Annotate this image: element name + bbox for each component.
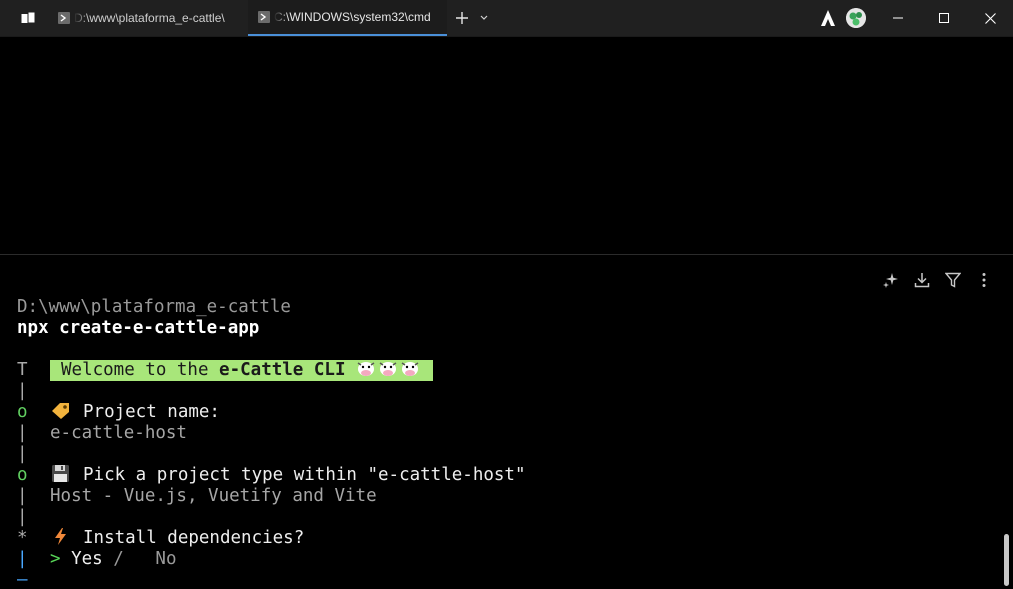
question-install: * Install dependencies? [17, 528, 526, 549]
spacer-line [17, 339, 526, 360]
welcome-brand: e-Cattle CLI [219, 360, 346, 380]
terminal-pane-top[interactable] [0, 37, 1013, 254]
gutter-line: | [17, 507, 526, 528]
tab-dropdown-button[interactable] [477, 10, 491, 26]
welcome-badge: Welcome to the e-Cattle CLI [50, 360, 434, 381]
powershell-icon [258, 11, 270, 23]
terminal-output[interactable]: D:\www\plataforma_e-cattle npx create-e-c… [17, 276, 526, 589]
powershell-icon [58, 12, 70, 24]
title-bar: D:\www\plataforma_e-cattle\ C:\WINDOWS\s… [0, 0, 1013, 37]
gutter-bar: | [17, 486, 28, 506]
q1-answer: e-cattle-host [50, 423, 187, 443]
avatar-icon [846, 8, 866, 28]
welcome-line: T Welcome to the e-Cattle CLI [17, 360, 526, 381]
profile-a-icon [821, 10, 835, 26]
scrollbar[interactable] [1004, 255, 1010, 589]
download-icon [914, 272, 929, 287]
tab-title: C:\WINDOWS\system32\cmd [274, 10, 431, 24]
selection-cursor: > [50, 549, 61, 569]
question-project-type: o Pick a project type within "e-cattle-ho… [17, 465, 526, 486]
gutter-line: | [17, 444, 526, 465]
gutter-bar: | [17, 423, 28, 443]
gutter-done: o [17, 402, 28, 422]
tab-plataforma[interactable]: D:\www\plataforma_e-cattle\ [48, 0, 244, 36]
sparkle-icon [882, 272, 898, 288]
q1-label: Project name: [83, 402, 220, 422]
welcome-prefix: Welcome to the [61, 360, 220, 380]
gutter-bar: | [17, 549, 28, 569]
profile-a-button[interactable] [818, 8, 838, 28]
minimize-icon [893, 17, 903, 19]
minimize-button[interactable] [875, 0, 921, 36]
avatar[interactable] [846, 8, 866, 28]
gutter-bar: | [17, 381, 28, 401]
close-button[interactable] [967, 0, 1013, 36]
chevron-down-icon [480, 15, 488, 20]
gutter-active: * [17, 528, 28, 548]
tab-cmd[interactable]: C:\WINDOWS\system32\cmd [248, 0, 447, 36]
tag-icon [52, 403, 69, 419]
command-line: npx create-e-cattle-app [17, 318, 260, 338]
lightning-icon [55, 528, 66, 545]
new-tab-button[interactable] [452, 9, 472, 27]
answer-project-name: | e-cattle-host [17, 423, 526, 444]
floppy-disk-icon [52, 465, 69, 482]
plus-icon [456, 12, 468, 24]
pane-toolbar [881, 270, 993, 289]
maximize-icon [939, 13, 949, 23]
gutter-done: o [17, 465, 28, 485]
option-separator: / [113, 549, 124, 569]
gutter-start: T [17, 360, 28, 380]
answer-project-type: | Host - Vue.js, Vuetify and Vite [17, 486, 526, 507]
scrollbar-thumb[interactable] [1004, 534, 1009, 586]
option-no[interactable]: No [155, 549, 176, 569]
more-vertical-icon [982, 272, 985, 287]
more-options-button[interactable] [974, 270, 993, 289]
maximize-button[interactable] [921, 0, 967, 36]
q2-label: Pick a project type within "e-cattle-hos… [83, 465, 526, 485]
gutter-end-line: — [17, 570, 526, 589]
cwd-line: D:\www\plataforma_e-cattle [17, 297, 291, 317]
filter-icon [944, 272, 961, 288]
tab-title: D:\www\plataforma_e-cattle\ [74, 11, 225, 25]
window-menu-button[interactable] [14, 8, 42, 28]
gutter-bar: | [17, 444, 28, 464]
q3-label: Install dependencies? [83, 528, 305, 548]
answer-install: | > Yes / No [17, 549, 526, 570]
option-yes[interactable]: Yes [71, 549, 103, 569]
ai-assist-button[interactable] [881, 270, 900, 289]
terminal-app-icon [21, 12, 35, 23]
q2-answer: Host - Vue.js, Vuetify and Vite [50, 486, 377, 506]
filter-button[interactable] [943, 270, 962, 289]
cow-icon [357, 362, 419, 376]
gutter-end: — [17, 570, 28, 589]
gutter-bar: | [17, 507, 28, 527]
close-icon [984, 12, 996, 24]
gutter-line: | [17, 381, 526, 402]
export-button[interactable] [912, 270, 931, 289]
question-project-name: o Project name: [17, 402, 526, 423]
